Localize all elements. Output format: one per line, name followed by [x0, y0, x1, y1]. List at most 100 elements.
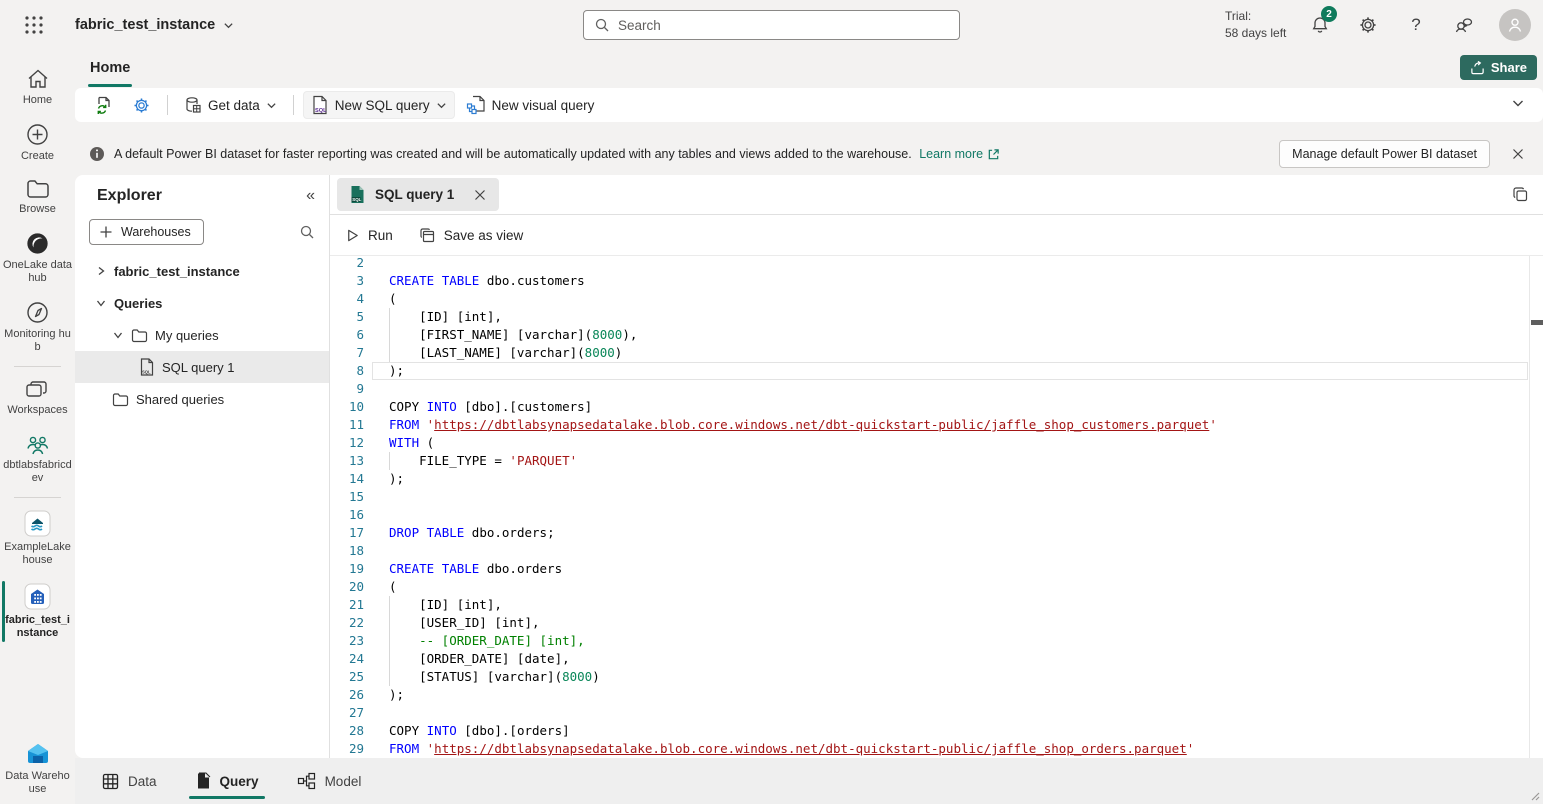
code-line-9: 9 — [330, 380, 1529, 398]
line-number: 14 — [330, 470, 364, 488]
tree-item-my-queries[interactable]: My queries — [75, 319, 329, 351]
copy-icon[interactable] — [1512, 186, 1529, 203]
code-text: [ORDER_DATE] [date], — [389, 650, 570, 668]
nav-item-examplelakehouse[interactable]: ExampleLakehouse — [0, 502, 75, 575]
save-as-view-button[interactable]: Save as view — [419, 227, 524, 244]
chevron-down-icon — [95, 298, 107, 308]
get-data-button[interactable]: Get data — [177, 91, 284, 119]
toolbar-divider — [167, 95, 168, 115]
tree-item-shared-queries[interactable]: Shared queries — [75, 383, 329, 415]
line-number: 3 — [330, 272, 364, 290]
sql-code-editor[interactable]: 23CREATE TABLE dbo.customers4(5 [ID] [in… — [330, 256, 1543, 758]
new-sql-query-button[interactable]: SQL New SQL query — [303, 91, 455, 119]
nav-item-create[interactable]: Create — [0, 115, 75, 171]
explorer-title: Explorer — [97, 187, 306, 205]
code-line-18: 18 — [330, 542, 1529, 560]
help-button[interactable]: ? — [1404, 13, 1428, 37]
ribbon-collapse-chevron-icon[interactable] — [1511, 96, 1525, 110]
line-number: 23 — [330, 632, 364, 650]
account-avatar[interactable] — [1499, 9, 1531, 41]
learn-more-link[interactable]: Learn more — [919, 147, 1000, 161]
settings-button[interactable] — [1356, 13, 1380, 37]
query-editor-area: SQL SQL query 1 Run Save as view 23 CREAT… — [330, 175, 1543, 758]
nav-item-home[interactable]: Home — [0, 60, 75, 115]
line-number: 7 — [330, 344, 364, 362]
code-line-19: 19 CREATE TABLE dbo.orders — [330, 560, 1529, 578]
code-text: COPY INTO [dbo].[customers] — [389, 398, 592, 416]
monitoring-icon — [26, 301, 49, 324]
global-search — [583, 10, 960, 40]
code-line-4: 4( — [330, 290, 1529, 308]
code-text: CREATE TABLE dbo.customers — [389, 272, 585, 290]
search-input[interactable] — [618, 18, 949, 33]
line-number: 22 — [330, 614, 364, 632]
app-launcher-icon[interactable] — [23, 14, 45, 36]
feedback-icon — [1453, 15, 1475, 35]
code-line-29: 29FROM 'https://dbtlabsynapsedatalake.bl… — [330, 740, 1529, 758]
code-text: FILE_TYPE = 'PARQUET' — [389, 452, 577, 470]
resize-grip[interactable] — [1529, 790, 1540, 801]
code-text: DROP TABLE dbo.orders; — [389, 524, 555, 542]
refresh-button[interactable] — [87, 91, 121, 119]
query-tab-bar: SQL SQL query 1 — [330, 175, 1543, 215]
nav-item-data-warehouse[interactable]: Data Warehouse — [0, 733, 75, 804]
nav-item-label: Browse — [19, 203, 56, 216]
view-tab-query[interactable]: Query — [193, 758, 261, 804]
notifications-button[interactable]: 2 — [1308, 13, 1332, 37]
feedback-button[interactable] — [1452, 13, 1476, 37]
nav-item-dbtlabsfabricdev[interactable]: dbtlabsfabricdev — [0, 425, 75, 493]
nav-item-fabric-test-instance[interactable]: fabric_test_instance — [0, 575, 75, 648]
main-content-card: Explorer « Warehouses fabric_test_instan… — [75, 175, 1543, 758]
top-app-bar: fabric_test_instance Trial: 58 days left… — [0, 0, 1543, 50]
external-link-icon — [987, 148, 1000, 161]
nav-item-label: dbtlabsfabricdev — [3, 459, 73, 485]
nav-item-browse[interactable]: Browse — [0, 171, 75, 224]
tab-sql-query-1[interactable]: SQL SQL query 1 — [337, 178, 499, 211]
tab-close-icon[interactable] — [473, 188, 487, 202]
banner-message: A default Power BI dataset for faster re… — [114, 147, 1000, 161]
add-warehouses-button[interactable]: Warehouses — [89, 219, 204, 245]
editor-scrollbar[interactable] — [1529, 256, 1543, 758]
line-number: 16 — [330, 506, 364, 524]
code-text: ); — [389, 470, 404, 488]
tree-item-fabric-test-instance[interactable]: fabric_test_instance — [75, 255, 329, 287]
explorer-panel: Explorer « Warehouses fabric_test_instan… — [75, 175, 330, 758]
chevron-down-icon — [266, 100, 277, 111]
collapse-panel-icon[interactable]: « — [306, 187, 315, 205]
manage-default-dataset-button[interactable]: Manage default Power BI dataset — [1279, 140, 1490, 168]
code-line-2: 2 — [330, 256, 1529, 272]
code-line-6: 6 [FIRST_NAME] [varchar](8000), — [330, 326, 1529, 344]
nav-item-onelake-data-hub[interactable]: OneLake data hub — [0, 224, 75, 293]
share-button[interactable]: Share — [1460, 55, 1537, 80]
code-line-27: 27 — [330, 704, 1529, 722]
blue-gear-icon — [132, 96, 151, 115]
workspace-switcher[interactable]: fabric_test_instance — [75, 0, 234, 50]
tree-item-queries[interactable]: Queries — [75, 287, 329, 319]
code-line-20: 20( — [330, 578, 1529, 596]
tree-item-sql-query-1[interactable]: SQL SQL query 1 — [75, 351, 329, 383]
refresh-doc-icon — [94, 95, 114, 115]
database-icon — [184, 96, 202, 114]
new-visual-query-button[interactable]: New visual query — [459, 91, 602, 119]
code-text: COPY INTO [dbo].[orders] — [389, 722, 570, 740]
line-number: 19 — [330, 560, 364, 578]
warehouse-settings-button[interactable] — [125, 91, 158, 119]
view-tab-data[interactable]: Data — [100, 758, 159, 804]
nav-item-workspaces[interactable]: Workspaces — [0, 371, 75, 425]
code-line-17: 17DROP TABLE dbo.orders; — [330, 524, 1529, 542]
banner-close-icon[interactable] — [1511, 147, 1525, 161]
lakehouse-tile-icon — [24, 510, 51, 537]
nav-item-monitoring-hub[interactable]: Monitoring hub — [0, 293, 75, 362]
run-button[interactable]: Run — [345, 228, 393, 243]
nav-item-label: OneLake data hub — [3, 259, 73, 285]
view-tab-model[interactable]: Model — [295, 758, 364, 804]
editor-command-bar: Run Save as view — [330, 215, 1543, 256]
tab-home[interactable]: Home — [82, 50, 138, 85]
explorer-search-icon[interactable] — [299, 224, 315, 240]
code-text: CREATE TABLE dbo.orders — [389, 560, 562, 578]
code-text: [FIRST_NAME] [varchar](8000), — [389, 326, 637, 344]
browse-icon — [26, 179, 50, 199]
search-icon — [594, 17, 610, 33]
line-number: 9 — [330, 380, 364, 398]
nav-item-label: fabric_test_instance — [3, 614, 73, 640]
